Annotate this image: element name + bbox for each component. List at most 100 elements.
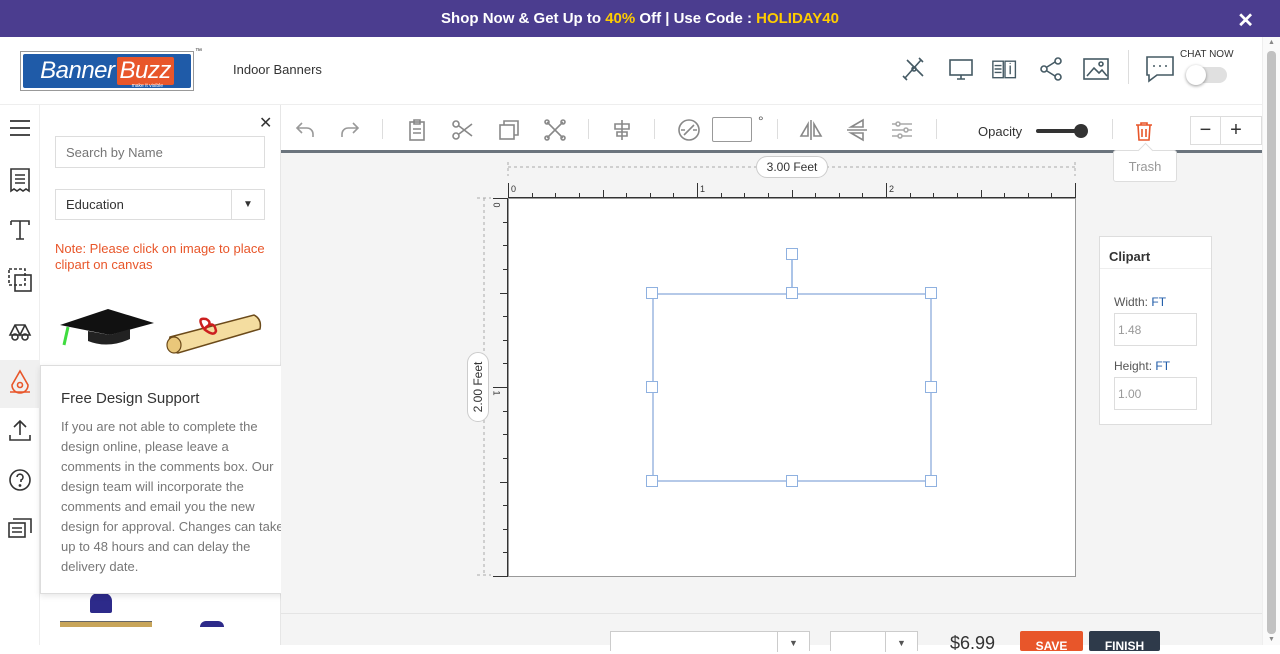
zoom-in-button[interactable]: + bbox=[1221, 117, 1251, 144]
resize-handle-top[interactable] bbox=[786, 287, 798, 299]
image-icon[interactable] bbox=[1083, 56, 1109, 82]
backgrounds-icon[interactable] bbox=[7, 317, 33, 343]
text-icon[interactable] bbox=[7, 217, 33, 243]
align-center-icon[interactable] bbox=[610, 118, 634, 142]
clipart-icon[interactable] bbox=[7, 368, 33, 394]
design-tools-icon[interactable] bbox=[901, 56, 927, 82]
promo-text-middle: Off | Use Code : bbox=[639, 10, 752, 27]
resize-handle-bottom[interactable] bbox=[786, 475, 798, 487]
chevron-down-icon: ▼ bbox=[777, 632, 809, 652]
clipart-diploma[interactable] bbox=[164, 309, 264, 355]
toolbar-divider bbox=[654, 119, 655, 139]
chat-icon[interactable] bbox=[1143, 54, 1175, 84]
logo-tagline: make it visible bbox=[131, 83, 163, 89]
logo-banner-text: Banner bbox=[40, 57, 115, 84]
resize-handle-top-right[interactable] bbox=[925, 287, 937, 299]
horizontal-ruler-ticks bbox=[508, 183, 1076, 198]
rotate-icon[interactable] bbox=[677, 118, 701, 142]
panel-close-icon[interactable]: ✕ bbox=[259, 113, 272, 133]
clipart-search-input[interactable] bbox=[55, 136, 265, 168]
logo-buzz-text: Buzz bbox=[116, 57, 174, 85]
toolbar-divider bbox=[936, 119, 937, 139]
rotation-input[interactable] bbox=[712, 117, 752, 142]
paste-icon[interactable] bbox=[405, 118, 429, 142]
help-icon[interactable] bbox=[7, 467, 33, 493]
design-support-popup: ✕ Free Design Support If you are not abl… bbox=[40, 365, 310, 594]
copy-icon[interactable] bbox=[497, 118, 521, 142]
scrollbar-thumb[interactable] bbox=[1267, 51, 1276, 634]
clipart-item-partial[interactable] bbox=[90, 593, 112, 613]
comments-icon[interactable] bbox=[7, 517, 33, 543]
canvas-height-label: 2.00 Feet bbox=[467, 352, 489, 422]
chevron-down-icon: ▼ bbox=[885, 632, 917, 652]
resize-handle-right[interactable] bbox=[925, 381, 937, 393]
width-label-text: Width: bbox=[1114, 295, 1149, 309]
height-input[interactable]: 1.00 bbox=[1114, 377, 1197, 410]
clipart-properties-panel: Clipart Width: FT 1.48 Height: FT 1.00 bbox=[1099, 236, 1212, 425]
resize-handle-top-left[interactable] bbox=[646, 287, 658, 299]
promo-close-icon[interactable]: ✕ bbox=[1237, 8, 1254, 33]
trash-icon[interactable] bbox=[1134, 121, 1154, 141]
resize-handle-bottom-left[interactable] bbox=[646, 475, 658, 487]
opacity-slider[interactable] bbox=[1036, 124, 1088, 138]
promo-discount: 40% bbox=[605, 10, 636, 27]
save-button[interactable]: SAVE bbox=[1020, 631, 1083, 653]
chat-now-label: CHAT NOW bbox=[1180, 49, 1234, 60]
breadcrumb[interactable]: Indoor Banners bbox=[233, 62, 322, 77]
specs-icon[interactable] bbox=[992, 56, 1018, 82]
scroll-down-icon[interactable]: ▼ bbox=[1268, 636, 1275, 643]
chat-toggle-knob bbox=[1186, 65, 1206, 85]
page-scrollbar[interactable]: ▲ ▼ bbox=[1262, 37, 1280, 645]
width-input[interactable]: 1.48 bbox=[1114, 313, 1197, 346]
degree-symbol: ° bbox=[758, 113, 764, 129]
shapes-icon[interactable] bbox=[7, 267, 33, 293]
editor-toolbar: ° Opacity − + bbox=[281, 105, 1262, 153]
flip-vertical-icon[interactable] bbox=[845, 118, 869, 142]
rotation-handle[interactable] bbox=[786, 248, 798, 260]
cut-icon[interactable] bbox=[451, 118, 475, 142]
logo[interactable]: Banner Buzz make it visible ™ bbox=[20, 48, 202, 91]
scroll-up-icon[interactable]: ▲ bbox=[1268, 39, 1275, 46]
opacity-slider-knob[interactable] bbox=[1074, 124, 1088, 138]
vertical-ruler: 0 1 bbox=[492, 198, 508, 577]
category-select[interactable]: Education ▼ bbox=[55, 189, 265, 220]
ruler-tick-label: 1 bbox=[491, 390, 502, 396]
selected-clipart-box[interactable] bbox=[652, 293, 932, 482]
menu-icon[interactable] bbox=[7, 115, 33, 141]
toolbar-divider bbox=[1112, 119, 1113, 139]
clipart-note: Note: Please click on image to place cli… bbox=[55, 241, 265, 272]
zoom-out-button[interactable]: − bbox=[1191, 117, 1221, 144]
order-bar: ▼ ▼ $6.99 SAVE FINISH bbox=[281, 613, 1262, 653]
option-select[interactable]: ▼ bbox=[830, 631, 918, 652]
ruler-tick-label: 2 bbox=[889, 184, 895, 194]
quantity-select[interactable]: ▼ bbox=[610, 631, 810, 652]
ruler-tick-label: 1 bbox=[700, 184, 706, 194]
resize-handle-left[interactable] bbox=[646, 381, 658, 393]
adjust-icon[interactable] bbox=[890, 118, 914, 142]
trash-tooltip: Trash bbox=[1113, 150, 1177, 182]
clipart-item-partial[interactable] bbox=[60, 621, 152, 627]
canvas-height-text: 2.00 Feet bbox=[471, 361, 485, 413]
undo-icon[interactable] bbox=[293, 118, 317, 142]
share-icon[interactable] bbox=[1038, 56, 1064, 82]
header-divider bbox=[1128, 50, 1129, 84]
redo-icon[interactable] bbox=[338, 118, 362, 142]
width-label: Width: FT bbox=[1114, 295, 1166, 309]
templates-icon[interactable] bbox=[7, 167, 33, 193]
clipart-graduation-cap[interactable] bbox=[58, 305, 156, 349]
clipart-item-partial[interactable] bbox=[200, 621, 224, 627]
delete-x-icon[interactable] bbox=[543, 118, 567, 142]
promo-code: HOLIDAY40 bbox=[756, 10, 839, 27]
site-header: Banner Buzz make it visible ™ Indoor Bann… bbox=[0, 37, 1262, 105]
finish-button[interactable]: FINISH bbox=[1089, 631, 1160, 653]
toolbar-divider bbox=[588, 119, 589, 139]
upload-icon[interactable] bbox=[7, 417, 33, 443]
opacity-label: Opacity bbox=[978, 124, 1023, 139]
height-label-text: Height: bbox=[1114, 359, 1153, 373]
category-select-value: Education bbox=[66, 197, 124, 212]
chat-toggle[interactable] bbox=[1186, 65, 1227, 85]
flip-horizontal-icon[interactable] bbox=[799, 118, 823, 142]
zoom-controls: − + bbox=[1190, 116, 1262, 145]
preview-icon[interactable] bbox=[948, 56, 974, 82]
resize-handle-bottom-right[interactable] bbox=[925, 475, 937, 487]
